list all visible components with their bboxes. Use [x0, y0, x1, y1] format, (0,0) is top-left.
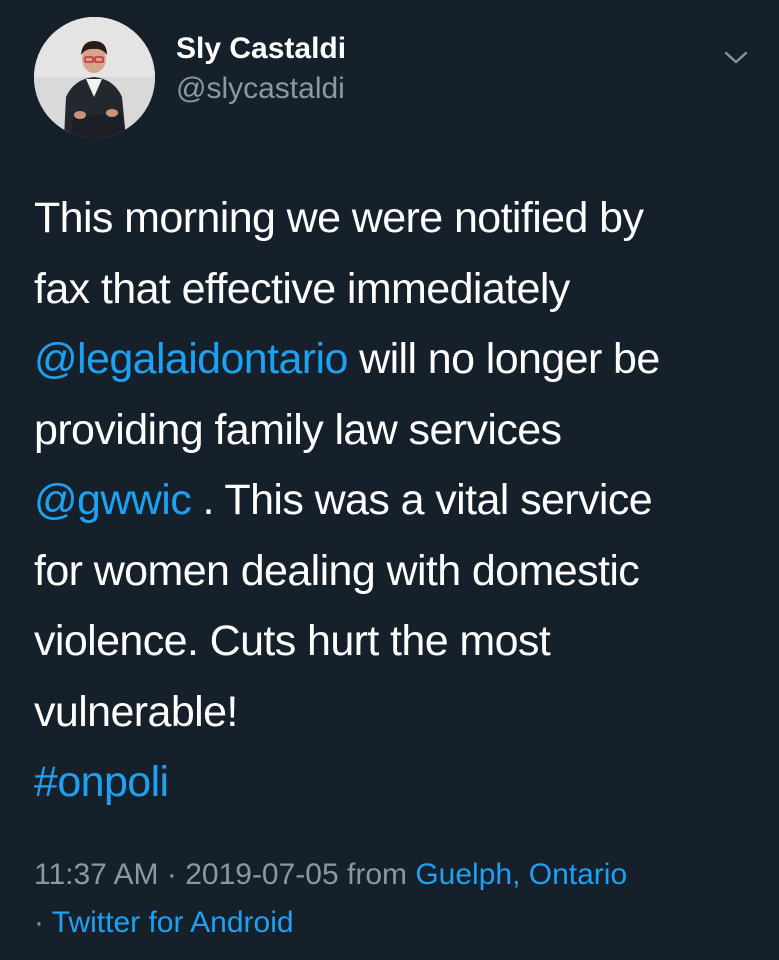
- tweet-text: This morning we were notified by fax tha…: [34, 183, 754, 818]
- tweet-line: for women dealing with domestic: [34, 546, 640, 595]
- tweet-text-segment: . This was a vital service: [191, 476, 653, 524]
- user-handle[interactable]: @slycastaldi: [176, 71, 346, 107]
- tweet-line: @legalaidontario will no longer be: [34, 324, 754, 395]
- author-info[interactable]: Sly Castaldi @slycastaldi: [176, 31, 346, 107]
- separator: ·: [158, 858, 186, 891]
- tweet-text-segment: will no longer be: [347, 335, 660, 383]
- meta-line: · Twitter for Android: [34, 899, 754, 947]
- tweet-line: @gwwic . This was a vital service: [34, 465, 754, 536]
- tweet-date[interactable]: 2019-07-05: [185, 858, 338, 891]
- chevron-down-icon[interactable]: [722, 48, 750, 68]
- tweet-card: Sly Castaldi @slycastaldi This morning w…: [0, 0, 779, 960]
- hashtag-onpoli[interactable]: #onpoli: [34, 758, 169, 806]
- tweet-line: fax that effective immediately: [34, 264, 570, 313]
- meta-line: 11:37 AM · 2019-07-05 from Guelph, Ontar…: [34, 851, 754, 899]
- tweet-line: This morning we were notified by: [34, 194, 644, 242]
- tweet-line: #onpoli: [34, 747, 754, 818]
- separator: ·: [34, 906, 52, 939]
- avatar[interactable]: [34, 17, 155, 138]
- from-label: from: [338, 858, 416, 891]
- source-link[interactable]: Twitter for Android: [52, 906, 294, 939]
- tweet-line: providing family law services: [34, 405, 562, 454]
- location-link[interactable]: Guelph, Ontario: [415, 858, 627, 891]
- mention-gwwic[interactable]: @gwwic: [34, 476, 192, 524]
- tweet-metadata: 11:37 AM · 2019-07-05 from Guelph, Ontar…: [34, 851, 754, 947]
- display-name[interactable]: Sly Castaldi: [176, 31, 346, 67]
- tweet-time[interactable]: 11:37 AM: [34, 858, 159, 891]
- tweet-line: vulnerable!: [34, 687, 238, 736]
- tweet-line: violence. Cuts hurt the most: [34, 617, 551, 665]
- profile-photo-icon: [34, 17, 155, 138]
- mention-legalaidontario[interactable]: @legalaidontario: [34, 335, 348, 383]
